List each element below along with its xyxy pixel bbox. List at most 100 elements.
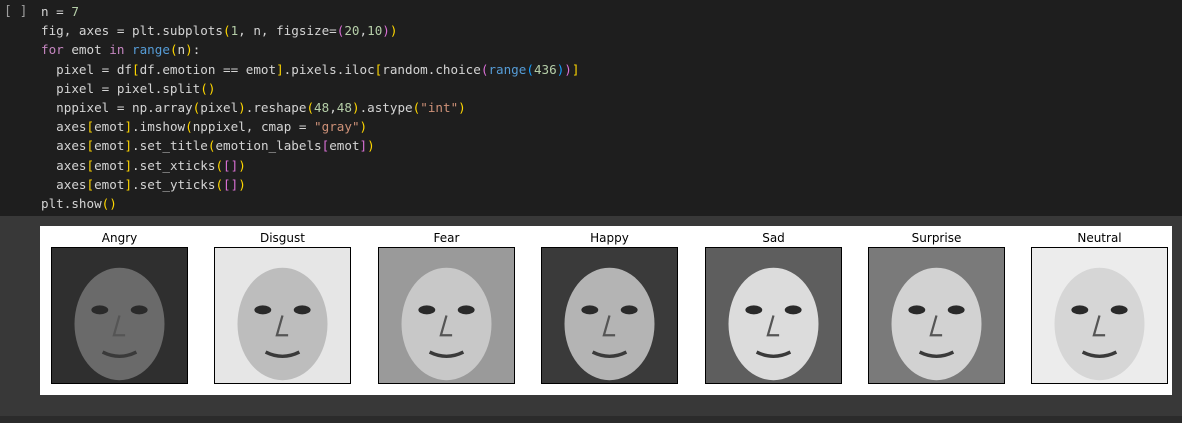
code-token: ] (276, 61, 284, 77)
figure-subplot: Sad (705, 226, 842, 386)
code-token: [ (86, 176, 95, 192)
code-token: in (109, 42, 125, 58)
subplot-title: Sad (762, 231, 785, 245)
code-token: .reshape (245, 99, 307, 115)
face-placeholder-icon (706, 248, 841, 383)
figure-subplot: Angry (51, 226, 188, 386)
code-line: plt.show() (41, 194, 579, 213)
code-token: nppixel, cmap = (192, 119, 315, 135)
subplot-face-image (378, 247, 515, 384)
code-token: emotion_labels (215, 138, 322, 154)
code-token: axes (41, 157, 87, 173)
code-line: axes[emot].imshow(nppixel, cmap = "gray"… (41, 117, 579, 136)
subplot-face-image (214, 247, 351, 384)
code-token: .set_title (132, 138, 208, 154)
code-line: pixel = pixel.split() (41, 79, 579, 98)
code-token: .set_xticks (132, 157, 216, 173)
code-token: ( (215, 176, 224, 192)
code-token: ( (306, 99, 315, 115)
code-token: [] (223, 176, 239, 192)
code-token: ) (564, 61, 572, 77)
code-editor[interactable]: n = 7 fig, axes = plt.subplots(1, n, figs… (41, 2, 579, 213)
code-token: ) (185, 42, 193, 58)
subplot-title: Neutral (1077, 231, 1122, 245)
subplot-face-image (868, 247, 1005, 384)
figure-subplot: Happy (541, 226, 678, 386)
figure-subplot: Disgust (214, 226, 351, 386)
subplot-face-image (541, 247, 678, 384)
code-token: n = (41, 4, 72, 19)
code-token: ) (238, 157, 246, 173)
code-token: ( (169, 42, 178, 58)
code-cell[interactable]: [ ] n = 7 fig, axes = plt.subplots(1, n, … (0, 0, 1182, 216)
code-token: pixel = pixel.split (41, 80, 201, 96)
code-line: for emot in range(n): (41, 40, 579, 59)
face-placeholder-icon (1032, 248, 1167, 383)
code-token: emot (94, 157, 125, 173)
matplotlib-figure: Angry Disgust Fear Happy Sad Surprise Neutral (40, 226, 1172, 395)
code-token: .imshow (132, 119, 186, 135)
code-token: () (200, 80, 216, 96)
code-line: fig, axes = plt.subplots(1, n, figsize=(… (41, 21, 579, 40)
code-line: axes[emot].set_yticks([]) (41, 175, 579, 194)
code-token: , (329, 99, 337, 115)
code-token: axes (41, 176, 87, 192)
code-token: ) (367, 138, 375, 154)
code-line: axes[emot].set_xticks([]) (41, 156, 579, 175)
code-token: ] (571, 61, 580, 77)
code-token: () (101, 195, 117, 211)
code-token: axes (41, 119, 87, 135)
code-token: emot (329, 138, 360, 154)
figure-subplot: Surprise (868, 226, 1005, 386)
code-token: [ (86, 119, 95, 135)
code-line: n = 7 (41, 2, 579, 21)
notebook-bottom-bar (0, 416, 1182, 423)
code-token: .set_yticks (132, 176, 216, 192)
face-placeholder-icon (52, 248, 187, 383)
face-placeholder-icon (379, 248, 514, 383)
code-token: [ (86, 157, 95, 173)
subplot-face-image (51, 247, 188, 384)
subplot-face-image (705, 247, 842, 384)
code-token: 20 (344, 23, 360, 39)
code-token: range (488, 61, 527, 77)
code-token: 10 (367, 23, 383, 39)
code-token: fig, axes = plt.subplots (41, 23, 223, 39)
code-token: 48 (336, 99, 352, 115)
face-placeholder-icon (542, 248, 677, 383)
code-token: pixel = df (41, 61, 132, 77)
code-token: pixel (200, 99, 239, 115)
code-token: range (132, 42, 170, 58)
code-line: pixel = df[df.emotion == emot].pixels.il… (41, 60, 579, 79)
code-token: n (177, 42, 186, 58)
figure-subplot: Fear (378, 226, 515, 386)
face-placeholder-icon (869, 248, 1004, 383)
figure-subplot: Neutral (1031, 226, 1168, 386)
code-token: emot (63, 42, 110, 58)
subplot-title: Angry (101, 231, 138, 245)
run-cell-button[interactable]: [ ] (4, 2, 27, 21)
subplot-face-image (1031, 247, 1168, 384)
code-token: ( (215, 157, 224, 173)
code-token: ( (526, 61, 534, 77)
code-token: emot (94, 119, 125, 135)
code-token: .pixels.iloc (283, 61, 375, 77)
code-token: emot (94, 176, 125, 192)
code-token: ( (185, 119, 193, 135)
code-token: axes (41, 138, 87, 154)
code-token: ) (382, 23, 390, 39)
code-token: ] (124, 176, 133, 192)
code-token: ] (124, 157, 133, 173)
subplot-title: Happy (590, 231, 629, 245)
code-token: [ (132, 61, 140, 77)
subplot-title: Surprise (911, 231, 962, 245)
code-token: for (41, 42, 64, 58)
code-token: [] (223, 157, 239, 173)
code-token: random.choice (382, 61, 481, 77)
code-token: ) (458, 99, 466, 115)
code-token: ) (359, 119, 368, 135)
code-token: ] (124, 138, 133, 154)
code-line: nppixel = np.array(pixel).reshape(48,48)… (41, 98, 579, 117)
code-token: ( (222, 23, 231, 39)
code-token: .astype (359, 99, 413, 115)
